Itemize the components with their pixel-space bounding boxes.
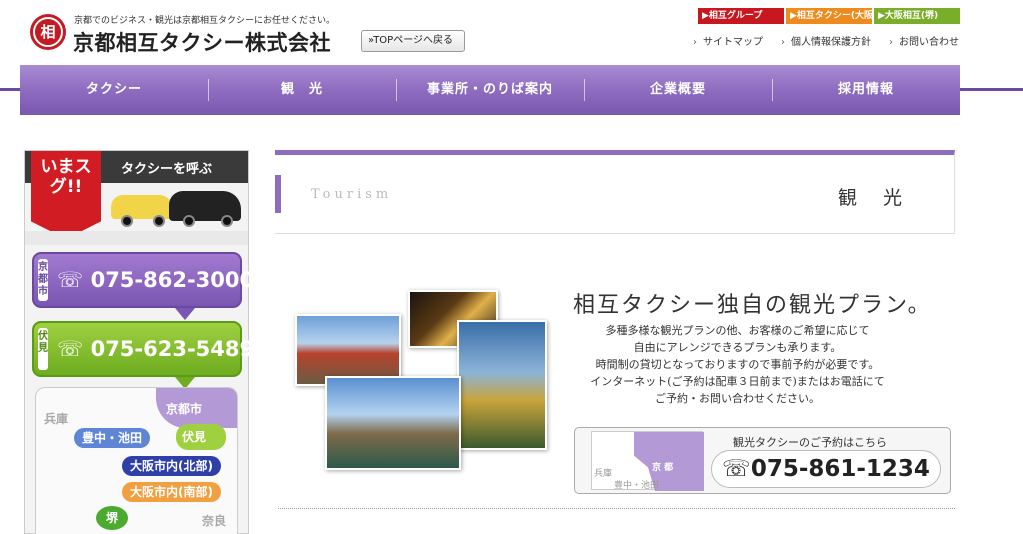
group-link-sakai[interactable]: ▶大阪相互(堺) [874,8,960,24]
nav-recruit[interactable]: 採用情報 [772,65,960,115]
wheel-icon [121,215,133,227]
kyoto-pointer-icon [175,308,195,320]
phone-icon: ☏ [722,456,751,482]
group-link-sogo[interactable]: ▶相互グループ [698,8,784,24]
global-nav: タクシー 観 光 事業所・のりば案内 企業概要 採用情報 [20,65,960,115]
service-area-map[interactable]: 兵庫 京都市 豊中・池田 伏見 大阪市内(北部) 大阪市内(南部) 堺 奈良 [35,387,238,534]
title-accent [275,175,281,213]
reserve-map-kyoto-label: 京 都 [652,463,674,473]
plan-description: 多種多様な観光プランの他、お客様のご希望に応じて 自由にアレンジできるプランも承… [565,322,910,407]
utility-links: サイトマップ 個人情報保護方針 お問い合わせ [693,33,959,48]
kyoto-phone-text: 075-862-3000 [90,268,255,292]
nav-offices[interactable]: 事業所・のりば案内 [396,65,584,115]
wheel-icon [153,215,165,227]
wheel-icon [183,215,195,227]
tagline: 京都でのビジネス・観光は京都相互タクシーにお任せください。 [74,16,336,26]
reserve-map-toyonaka-label: 豊中・池田 [614,481,660,491]
plan-line: 自由にアレンジできるプランも承ります。 [633,341,842,354]
map-nara-label: 奈良 [202,514,227,528]
sightseeing-reservation-box[interactable]: 京 都 兵庫 豊中・池田 観光タクシーのご予約はこちら ☏075-861-123… [574,427,951,494]
kinkakuji-photo [457,320,547,450]
company-name[interactable]: 京都相互タクシー株式会社 [73,27,331,57]
plan-line: 多種多様な観光プランの他、お客様のご希望に応じて [605,324,870,337]
contact-link[interactable]: お問い合わせ [889,33,959,48]
kyoto-phone-number[interactable]: ☏ 075-862-3000 [57,268,254,292]
map-osaka-south-label[interactable]: 大阪市内(南部) [122,482,221,502]
page-title-bar: Tourism 観光 [275,150,955,234]
reservation-phone-text: 075-861-1234 [750,456,930,482]
privacy-policy-link[interactable]: 個人情報保護方針 [781,33,871,48]
reserve-map-hyogo-label: 兵庫 [594,469,613,479]
phone-icon: ☏ [57,268,84,292]
back-to-top-button[interactable]: »TOPページへ戻る [361,30,465,52]
byodoin-photo [325,376,461,470]
reservation-phone-number[interactable]: ☏075-861-1234 [711,450,941,488]
map-osaka-north-label[interactable]: 大阪市内(北部) [122,456,221,476]
plan-heading: 相互タクシー独自の観光プラン。 [573,293,932,318]
cars-ground [25,231,248,245]
plan-line: ご予約・お問い合わせください。 [655,392,820,405]
sitemap-link[interactable]: サイトマップ [693,33,763,48]
page-title-en: Tourism [311,187,393,202]
phone-icon: ☏ [57,337,84,361]
map-toyonaka-label[interactable]: 豊中・池田 [74,428,151,448]
fushimi-phone-text: 075-623-5489 [90,337,255,361]
page-title: 観光 [837,187,928,209]
yellow-taxi-icon [111,195,173,219]
kyoto-area-tag: 京都市 [38,259,48,301]
imasugu-badge: いまスグ!! [31,151,101,239]
map-sakai-label[interactable]: 堺 [96,506,129,530]
plan-line: 時間制の貸切となっておりますので事前予約が必要です。 [595,358,880,371]
nav-company[interactable]: 企業概要 [584,65,772,115]
plan-line: インターネット(ご予約は配車３日前まで)またはお電話にて [590,375,885,388]
kyoto-phone-button[interactable]: 京都市 ☏ 075-862-3000 [32,252,254,308]
content-divider [278,508,955,509]
fushimi-area-tag: 伏見 [38,328,48,370]
group-link-osaka[interactable]: ▶相互タクシー(大阪) [786,8,877,24]
nav-taxi[interactable]: タクシー [20,65,208,115]
nav-sightseeing[interactable]: 観 光 [208,65,396,115]
call-taxi-title: タクシーを呼ぶ [121,162,213,177]
map-kyoto-label: 京都市 [166,402,203,416]
reservation-area-map: 京 都 兵庫 豊中・池田 [591,431,704,491]
call-taxi-sidebar: タクシーを呼ぶ いまスグ!! 京都市 ☏ 075-862-3000 伏見 ☏ 0… [24,150,254,534]
wheel-icon [221,215,233,227]
map-fushimi-label[interactable]: 伏見 [182,428,206,445]
sightseeing-photo-collage [295,290,550,470]
map-hyogo-label: 兵庫 [44,412,69,426]
reservation-label: 観光タクシーのご予約はこちら [733,436,887,449]
group-links: ▶相互グループ ▶相互タクシー(大阪) ▶大阪相互(堺) [698,8,960,24]
fushimi-phone-number[interactable]: ☏ 075-623-5489 [57,337,254,361]
fushimi-phone-button[interactable]: 伏見 ☏ 075-623-5489 [32,321,254,377]
taxi-cars-illustration [111,185,243,231]
company-logo[interactable]: 相 [30,14,66,50]
